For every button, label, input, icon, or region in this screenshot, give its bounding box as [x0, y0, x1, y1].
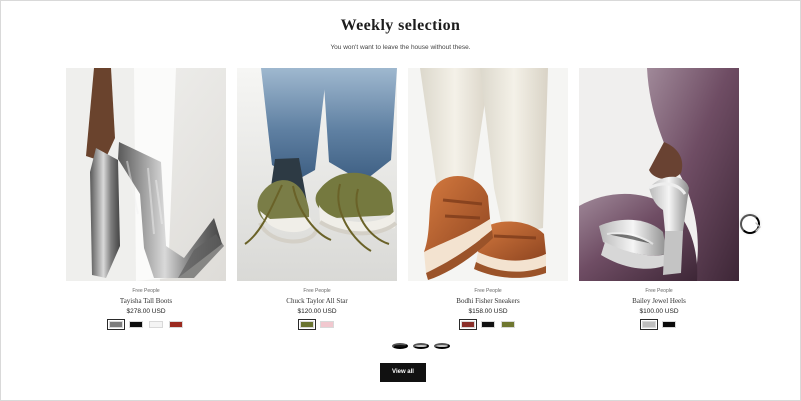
color-swatch-black[interactable]	[481, 321, 495, 328]
chevron-right-icon	[755, 222, 761, 232]
view-all-button[interactable]: View all	[380, 363, 426, 382]
product-price: $120.00 USD	[297, 308, 337, 315]
pagination-dot[interactable]	[392, 343, 408, 349]
color-swatch-gray[interactable]	[107, 319, 125, 330]
color-swatch-rust[interactable]	[459, 319, 477, 330]
product-price: $158.00 USD	[468, 308, 508, 315]
product-swatches	[237, 319, 397, 331]
product-brand: Free People	[645, 288, 673, 294]
color-swatch-black[interactable]	[129, 321, 143, 328]
product-brand: Free People	[474, 288, 502, 294]
pagination-dot[interactable]	[434, 343, 450, 349]
product-name[interactable]: Chuck Taylor All Star	[237, 297, 397, 305]
section-header: Weekly selection You won't want to leave…	[0, 16, 801, 52]
product-name[interactable]: Tayisha Tall Boots	[66, 297, 226, 305]
product-card[interactable]: Free People Bodhi Fisher Sneakers $158.0…	[408, 68, 568, 338]
product-brand: Free People	[303, 288, 331, 294]
product-swatches	[408, 319, 568, 331]
product-carousel: Free People Tayisha Tall Boots $278.00 U…	[66, 68, 740, 338]
product-brand: Free People	[132, 288, 160, 294]
product-swatches	[579, 319, 739, 331]
product-price: $278.00 USD	[126, 308, 166, 315]
color-swatch-red[interactable]	[169, 321, 183, 328]
pagination-dot[interactable]	[413, 343, 429, 349]
product-swatches	[66, 319, 226, 331]
product-card[interactable]: Free People Chuck Taylor All Star $120.0…	[237, 68, 397, 338]
product-card[interactable]: Free People Bailey Jewel Heels $100.00 U…	[579, 68, 739, 338]
product-image[interactable]	[237, 68, 397, 281]
carousel-next-button[interactable]	[740, 214, 761, 234]
color-swatch-pink[interactable]	[320, 321, 334, 328]
product-image[interactable]	[408, 68, 568, 281]
product-card[interactable]: Free People Tayisha Tall Boots $278.00 U…	[66, 68, 226, 338]
product-image[interactable]	[66, 68, 226, 281]
color-swatch-white[interactable]	[149, 321, 163, 328]
section-title: Weekly selection	[340, 17, 461, 34]
product-image[interactable]	[579, 68, 739, 281]
color-swatch-black[interactable]	[662, 321, 676, 328]
color-swatch-olive[interactable]	[501, 321, 515, 328]
color-swatch-silver[interactable]	[640, 319, 658, 330]
product-name[interactable]: Bailey Jewel Heels	[579, 297, 739, 305]
section-subtitle: You won't want to leave the house withou…	[330, 44, 471, 51]
product-name[interactable]: Bodhi Fisher Sneakers	[408, 297, 568, 305]
product-price: $100.00 USD	[639, 308, 679, 315]
carousel-pagination	[392, 343, 450, 349]
color-swatch-olive[interactable]	[298, 319, 316, 330]
